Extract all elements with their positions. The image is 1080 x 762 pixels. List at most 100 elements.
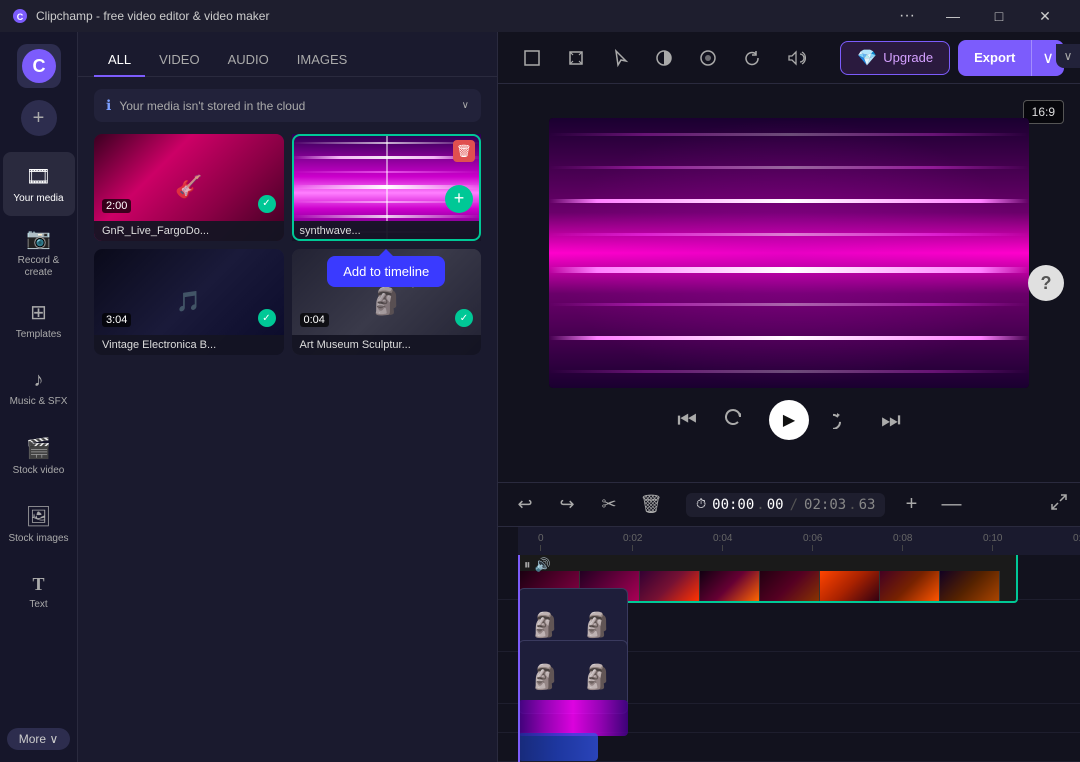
minimize-button[interactable]: — <box>930 0 976 32</box>
sidebar-label-text: Text <box>29 599 47 611</box>
media-delete-synthwave[interactable]: 🗑 <box>453 140 475 162</box>
zoom-in-button[interactable]: + <box>897 491 925 519</box>
ruler-tick-5: 0:10 <box>983 533 1002 551</box>
sidebar-item-text[interactable]: T Text <box>3 560 75 624</box>
play-button[interactable]: ▶ <box>769 400 809 440</box>
content-tabs: ALL VIDEO AUDIO IMAGES <box>78 32 497 77</box>
sidebar-bottom: More ∨ <box>7 728 70 750</box>
media-item-gnr[interactable]: 🎸 2:00 ✓ GnR_Live_FargoDo... <box>94 134 284 241</box>
collapse-timeline-button[interactable]: ∨ <box>1056 44 1080 68</box>
media-check-vintage: ✓ <box>258 309 276 327</box>
timeline-ruler: 0 0:02 0:04 0:06 0:08 0:10 0:12 <box>518 527 1080 555</box>
track-row-audio <box>498 733 1080 762</box>
timeline-timecode: ⏱ 00:00 . 00 / 02:03 . 63 <box>686 493 885 517</box>
forward-button[interactable] <box>833 405 857 435</box>
media-check-gnr: ✓ <box>258 195 276 213</box>
track-content-audio <box>518 719 1080 762</box>
overlay-tool-button[interactable] <box>690 40 726 76</box>
media-grid: 🎸 2:00 ✓ GnR_Live_FargoDo... <box>78 134 497 355</box>
record-create-icon: 📷 <box>26 226 51 251</box>
delete-button[interactable]: 🗑 <box>636 490 666 520</box>
upgrade-button[interactable]: 💎 Upgrade <box>840 41 950 75</box>
track-icons: ⏸ 🔊 <box>524 557 551 573</box>
maximize-button[interactable]: □ <box>976 0 1022 32</box>
contrast-tool-button[interactable] <box>646 40 682 76</box>
redo-button[interactable]: ↪ <box>552 490 582 520</box>
zoom-out-button[interactable]: — <box>937 491 965 519</box>
tab-images[interactable]: IMAGES <box>283 44 362 77</box>
templates-icon: ⊞ <box>30 300 47 325</box>
preview-area: 16:9 ? <box>498 84 1080 482</box>
audio-tool-button[interactable] <box>778 40 814 76</box>
ruler-tick-4: 0:08 <box>893 533 912 551</box>
preview-glow <box>549 118 1029 388</box>
cloud-notice-text: Your media isn't stored in the cloud <box>119 99 453 113</box>
cloud-notice[interactable]: ℹ Your media isn't stored in the cloud ∨ <box>94 89 481 122</box>
titlebar: C Clipchamp - free video editor & video … <box>0 0 1080 32</box>
video-preview <box>549 118 1029 388</box>
timeline-area: ↩ ↪ ✂ 🗑 ⏱ 00:00 . 00 / 02:03 . 63 + — <box>498 482 1080 762</box>
timeline-tracks: ⏸ 🔊 <box>498 555 1080 762</box>
skip-to-start-button[interactable]: ⏮ <box>677 407 697 433</box>
close-button[interactable]: ✕ <box>1022 0 1068 32</box>
sidebar-item-templates[interactable]: ⊞ Templates <box>3 288 75 352</box>
timecode-total: 02:03 <box>804 497 846 513</box>
sidebar-item-your-media[interactable]: 🎞 Your media <box>3 152 75 216</box>
cloud-notice-chevron: ∨ <box>462 100 469 111</box>
timeline-toolbar: ↩ ↪ ✂ 🗑 ⏱ 00:00 . 00 / 02:03 . 63 + — <box>498 483 1080 527</box>
media-label-synthwave: synthwave... <box>292 221 482 241</box>
sidebar-item-stock-images[interactable]: 🖼 Stock images <box>3 492 75 556</box>
media-duration-art-museum: 0:04 <box>300 313 329 327</box>
sidebar-label-record-create: Record & create <box>7 255 71 279</box>
audio-bar-clip[interactable] <box>518 733 598 761</box>
sidebar-label-your-media: Your media <box>13 193 63 205</box>
timecode-total-frame-sep: . <box>848 497 856 513</box>
music-sfx-icon: ♪ <box>34 369 44 392</box>
menu-dots-button[interactable]: ··· <box>884 0 930 32</box>
stock-video-icon: 🎬 <box>26 436 51 461</box>
timecode-frame-sep: . <box>756 497 764 513</box>
crop-tool-button[interactable] <box>514 40 550 76</box>
rewind-button[interactable] <box>721 405 745 435</box>
tab-all[interactable]: ALL <box>94 44 145 77</box>
sidebar-item-record-create[interactable]: 📷 Record & create <box>3 220 75 284</box>
media-label-art-museum: Art Museum Sculptur... <box>292 335 482 355</box>
media-item-art-museum[interactable]: 🗿 0:04 ✓ Art Museum Sculptur... <box>292 249 482 356</box>
sidebar-item-stock-video[interactable]: 🎬 Stock video <box>3 424 75 488</box>
track-audio-icon[interactable]: 🔊 <box>535 557 551 573</box>
ruler-tick-0: 0 <box>538 533 544 551</box>
main-toolbar: 💎 Upgrade Export ∨ <box>498 32 1080 84</box>
timecode-clock-icon: ⏱ <box>696 497 706 512</box>
tab-video[interactable]: VIDEO <box>145 44 213 77</box>
add-media-button[interactable]: + <box>21 100 57 136</box>
tab-audio[interactable]: AUDIO <box>214 44 283 77</box>
app-logo: C <box>12 8 28 24</box>
window-title: Clipchamp - free video editor & video ma… <box>36 9 884 23</box>
media-add-synthwave[interactable]: + <box>445 185 473 213</box>
skip-to-end-button[interactable]: ⏭ <box>881 407 901 433</box>
media-label-gnr: GnR_Live_FargoDo... <box>94 221 284 241</box>
sidebar-label-music-sfx: Music & SFX <box>10 396 68 408</box>
help-button[interactable]: ? <box>1028 265 1064 301</box>
more-button[interactable]: More ∨ <box>7 728 70 750</box>
sidebar: C + 🎞 Your media 📷 Record & create ⊞ Tem… <box>0 32 78 762</box>
media-duration-gnr: 2:00 <box>102 199 131 213</box>
media-label-vintage: Vintage Electronica B... <box>94 335 284 355</box>
expand-timeline-button[interactable] <box>1050 493 1068 516</box>
media-duration-vintage: 3:04 <box>102 313 131 327</box>
pointer-tool-button[interactable] <box>602 40 638 76</box>
media-item-vintage[interactable]: 🎵 3:04 ✓ Vintage Electronica B... <box>94 249 284 356</box>
track-pause-icon[interactable]: ⏸ <box>524 557 531 573</box>
sidebar-item-music-sfx[interactable]: ♪ Music & SFX <box>3 356 75 420</box>
rotate-tool-button[interactable] <box>734 40 770 76</box>
fit-tool-button[interactable] <box>558 40 594 76</box>
preview-visual <box>549 118 1029 388</box>
undo-button[interactable]: ↩ <box>510 490 540 520</box>
export-button[interactable]: Export <box>958 42 1031 73</box>
media-item-synthwave[interactable]: 🗑 + synthwave... Add to timeline ↖ <box>292 134 482 241</box>
ruler-tick-6: 0:12 <box>1073 533 1080 551</box>
export-button-group: Export ∨ <box>958 40 1064 76</box>
stock-images-icon: 🖼 <box>26 504 51 529</box>
sidebar-label-stock-images: Stock images <box>8 533 68 545</box>
cut-button[interactable]: ✂ <box>594 490 624 520</box>
